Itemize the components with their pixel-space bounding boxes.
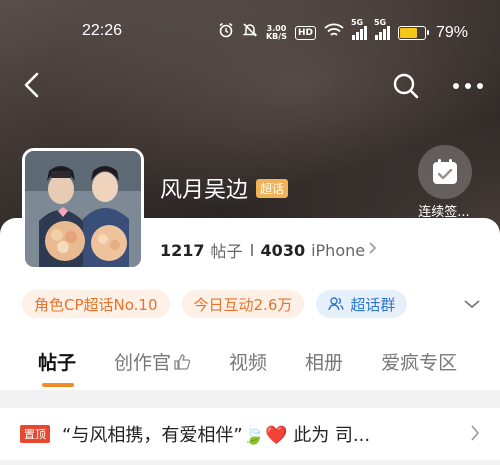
battery-icon: [397, 26, 429, 40]
alarm-icon: [218, 22, 234, 44]
wifi-icon: [324, 23, 344, 44]
stats-divider: [250, 244, 253, 256]
tab-videos[interactable]: 视频: [229, 348, 267, 375]
interaction-chip[interactable]: 今日互动2.6万: [181, 290, 305, 318]
rank-chip[interactable]: 角色CP超话No.10: [22, 290, 170, 318]
signal-icon-2: 5G: [374, 18, 390, 40]
chip-row: 角色CP超话No.10 今日互动2.6万 超话群: [22, 290, 408, 318]
chevron-right-icon: [471, 425, 480, 441]
pinned-text: “与风相携，有爱相伴”🍃❤️ 此为 司...: [62, 425, 371, 446]
signal-icon-1: 5G: [351, 18, 367, 40]
tab-bar: 帖子 创作官 视频 相册 爱疯专区: [38, 348, 495, 387]
tab-album[interactable]: 相册: [305, 348, 343, 375]
net-speed: 3.00 KB/S: [266, 25, 287, 41]
more-icon: [453, 83, 483, 89]
battery-percent: 79%: [435, 24, 468, 41]
iphone-count: 4030: [260, 240, 306, 260]
back-button[interactable]: [22, 72, 42, 98]
tab-creator-label: 创作官: [114, 352, 172, 374]
back-icon: [24, 72, 39, 98]
page-title: 风月吴边: [160, 178, 249, 203]
thumb-icon: [174, 353, 191, 370]
hd-badge: HD: [294, 26, 316, 40]
chevron-down-icon: [464, 300, 480, 309]
expand-chips-button[interactable]: [462, 294, 482, 314]
calendar-check-icon: [433, 159, 457, 184]
group-chat-chip[interactable]: 超话群: [316, 290, 408, 318]
net-speed-unit: KB/S: [265, 32, 287, 41]
avatar-photo: [25, 151, 141, 267]
pinned-badge: 置顶: [20, 425, 50, 443]
checkin-label: 连续签...: [418, 205, 470, 220]
search-button[interactable]: [392, 72, 420, 100]
tab-creator[interactable]: 创作官: [114, 348, 191, 375]
status-time: 22:26: [82, 22, 123, 39]
search-icon: [393, 73, 419, 99]
battery-fill: [399, 28, 417, 38]
chevron-right-icon: [369, 242, 377, 258]
topic-header: 风月吴边 超话: [160, 172, 289, 204]
checkin-button[interactable]: 连续签...: [416, 145, 474, 220]
iphone-label: iPhone: [311, 240, 366, 260]
group-icon: [328, 297, 345, 311]
tab-posts[interactable]: 帖子: [38, 348, 76, 387]
mute-icon: [242, 22, 258, 44]
signal-tag-2: 5G: [373, 18, 387, 27]
status-bar: 22:26 3.00 KB/S HD 5G 5G 79%: [0, 18, 500, 46]
group-chat-label: 超话群: [350, 295, 396, 314]
checkin-circle: [418, 145, 472, 199]
posts-label: 帖子: [210, 242, 243, 261]
topic-stats[interactable]: 1217 帖子 4030 iPhone: [160, 238, 377, 262]
more-button[interactable]: [450, 74, 486, 98]
avatar[interactable]: [22, 148, 144, 270]
tab-iphone-zone[interactable]: 爱疯专区: [381, 348, 457, 375]
pinned-post[interactable]: 置顶 “与风相携，有爱相伴”🍃❤️ 此为 司...: [0, 408, 500, 460]
super-topic-tag: 超话: [256, 178, 289, 198]
posts-count: 1217: [160, 240, 205, 260]
signal-tag-1: 5G: [350, 18, 364, 27]
